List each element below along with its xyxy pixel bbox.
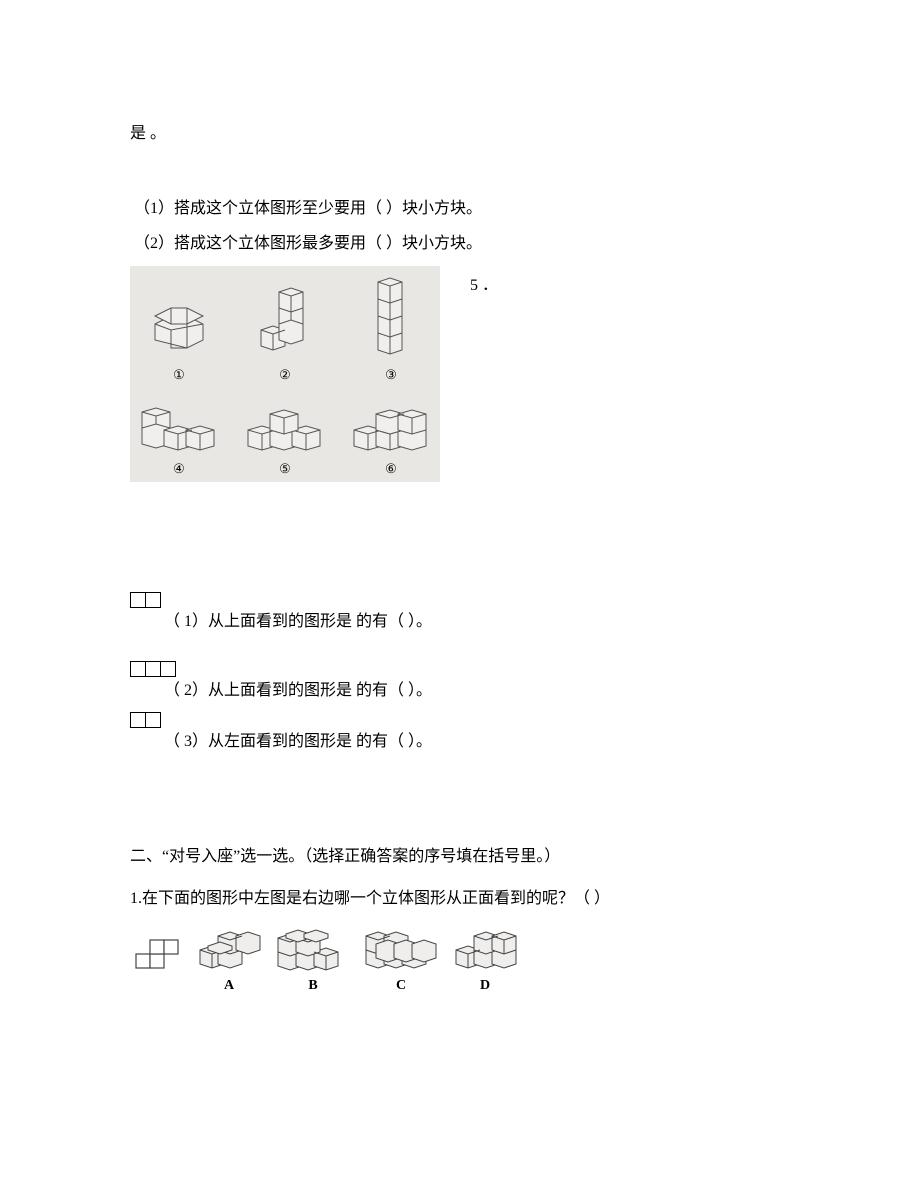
option-b-label: B [308, 974, 317, 998]
option-a-label: A [224, 974, 234, 998]
left-view-shape-icon [130, 712, 160, 728]
option-d-label: D [480, 974, 490, 998]
top-view-shape-1-icon [130, 592, 160, 608]
solids-figure-panel: ① [130, 266, 440, 482]
sub-question-1: （1）搭成这个立体图形至少要用（ ）块小方块。 [134, 195, 790, 222]
view-question-2: （ 2）从上面看到的图形是 的有（ ）。 [130, 677, 790, 704]
solid-3-icon [366, 272, 416, 362]
solid-2-label: ② [279, 364, 291, 386]
top-view-shape-2-icon [130, 661, 175, 677]
sub-question-2: （2）搭成这个立体图形最多要用（ ）块小方块。 [134, 230, 790, 257]
section-2-heading: 二、“对号入座”选一选。（选择正确答案的序号填在括号里。） [130, 843, 790, 870]
solid-5-label: ⑤ [279, 458, 291, 480]
view-question-1: （ 1）从上面看到的图形是 的有（ ）。 [130, 608, 790, 635]
lead-in-text: 是 。 [130, 120, 790, 147]
question-5-marker: 5 ． [440, 266, 498, 299]
option-d-solid-icon [450, 922, 520, 974]
solid-5-icon [242, 400, 328, 456]
mc-options-row: . A [130, 920, 790, 998]
option-a-solid-icon [194, 924, 264, 974]
mc-question-1: 1.在下面的图形中左图是右边哪一个立体图形从正面看到的呢？（ ） [130, 885, 790, 912]
solid-4-label: ④ [173, 458, 185, 480]
solid-1-icon [145, 294, 213, 362]
option-c-label: C [396, 974, 406, 998]
solid-6-label: ⑥ [385, 458, 397, 480]
solid-4-icon [136, 400, 222, 456]
view-question-3: （ 3）从左面看到的图形是 的有（ ）。 [130, 728, 790, 755]
front-view-reference-icon [130, 932, 184, 974]
solid-1-label: ① [173, 364, 185, 386]
option-b-solid-icon [274, 924, 352, 974]
solid-6-icon [348, 400, 434, 456]
solid-2-icon [251, 284, 319, 362]
solid-3-label: ③ [385, 364, 397, 386]
option-c-solid-icon [362, 920, 440, 974]
